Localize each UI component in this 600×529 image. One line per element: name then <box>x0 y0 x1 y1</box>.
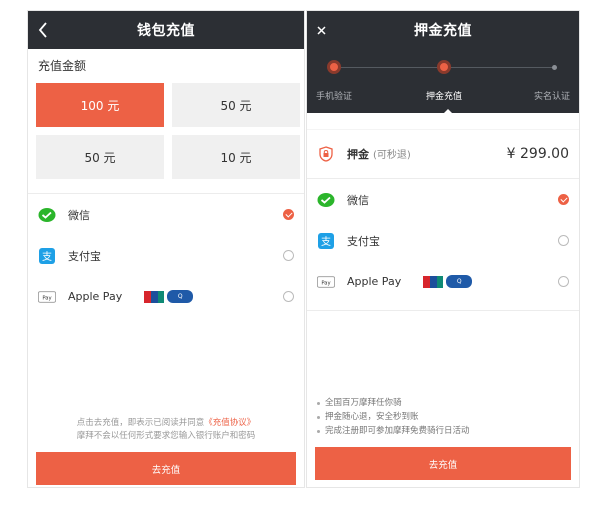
payment-label: 支付宝 <box>68 249 101 263</box>
deposit-subtitle: (可秒退) <box>373 150 411 161</box>
payment-option-alipay[interactable]: 支 支付宝 <box>307 220 579 261</box>
payment-label: 支付宝 <box>347 234 380 248</box>
lock-shield-icon <box>317 145 335 163</box>
payment-method-list: 微信 支 支付宝 Pay Apple Pay Q <box>307 179 579 302</box>
close-icon <box>317 25 326 35</box>
bullet-icon <box>317 401 320 405</box>
unionpay-icon <box>144 290 165 303</box>
deposit-amount: ¥ 299.00 <box>506 146 569 162</box>
deposit-label: 押金 (可秒退) <box>347 146 411 162</box>
note-text: 全国百万摩拜任你骑 <box>325 398 402 408</box>
step-label: 实名认证 <box>534 92 571 102</box>
step-caret <box>443 109 453 114</box>
divider <box>307 310 579 311</box>
step-label-current: 押金充值 <box>426 92 463 102</box>
wechat-icon <box>317 191 335 209</box>
back-button[interactable] <box>38 11 48 49</box>
terms-text: 点击去充值，即表示已阅读并同意 <box>76 418 205 428</box>
amount-grid: 100 元 50 元 50 元 10 元 <box>28 81 304 179</box>
payment-method-list: 微信 支 支付宝 Pay Apple Pay Q <box>28 194 304 317</box>
payment-option-wechat[interactable]: 微信 <box>307 179 579 220</box>
svg-text:支: 支 <box>42 251 52 263</box>
payment-label: Apple Pay <box>68 290 123 303</box>
radio-unchecked[interactable] <box>283 249 294 261</box>
amount-section-title: 充值金额 <box>28 49 304 81</box>
payment-option-wechat[interactable]: 微信 <box>28 194 304 235</box>
step-dot-current <box>437 60 451 74</box>
quickpass-icon: Q <box>167 290 194 303</box>
radio-unchecked[interactable] <box>283 290 294 302</box>
payment-label: Apple Pay <box>347 275 402 288</box>
payment-option-apple-pay[interactable]: Pay Apple Pay Q <box>28 276 304 317</box>
quickpass-icon: Q <box>446 275 473 288</box>
step-dot-done <box>327 60 341 74</box>
security-notice: 摩拜不会以任何形式要求您输入银行账户和密码 <box>76 431 256 441</box>
recharge-button[interactable]: 去充值 <box>315 447 571 480</box>
apple-pay-icon: Pay <box>317 273 335 291</box>
card-logos: Q <box>423 275 473 288</box>
payment-option-alipay[interactable]: 支 支付宝 <box>28 235 304 276</box>
apple-pay-icon: Pay <box>38 288 56 306</box>
step-label: 手机验证 <box>316 92 353 102</box>
amount-option-50[interactable]: 50 元 <box>172 83 300 127</box>
svg-text:Pay: Pay <box>321 280 330 286</box>
deposit-row: 押金 (可秒退) ¥ 299.00 <box>307 129 579 179</box>
bullet-icon <box>317 415 320 419</box>
radio-unchecked[interactable] <box>558 234 569 246</box>
deposit-recharge-screen: 押金充值 手机验证 押金充值 实名认证 押金 (可秒退) ¥ 299.00 微信 … <box>306 10 580 488</box>
note-text: 押金随心退，安全秒到账 <box>325 412 419 422</box>
benefit-notes: 全国百万摩拜任你骑 押金随心退，安全秒到账 完成注册即可参加摩拜免费骑行日活动 <box>317 396 470 438</box>
deposit-title: 押金 <box>347 148 369 161</box>
note-text: 完成注册即可参加摩拜免费骑行日活动 <box>325 426 470 436</box>
card-logos: Q <box>144 290 194 303</box>
wallet-recharge-screen: 钱包充值 充值金额 100 元 50 元 50 元 10 元 微信 支 支付宝 … <box>27 10 305 488</box>
agreement-link[interactable]: 《充值协议》 <box>204 418 255 428</box>
alipay-icon: 支 <box>317 232 335 250</box>
payment-label: 微信 <box>347 193 369 207</box>
radio-checked[interactable] <box>283 208 294 220</box>
unionpay-icon <box>423 275 444 288</box>
progress-steps: 手机验证 押金充值 实名认证 <box>307 49 579 114</box>
amount-option-10[interactable]: 10 元 <box>172 135 300 179</box>
radio-checked[interactable] <box>558 193 569 205</box>
payment-label: 微信 <box>68 208 90 222</box>
chevron-left-icon <box>38 22 47 38</box>
note-item: 完成注册即可参加摩拜免费骑行日活动 <box>317 424 470 438</box>
page-title: 钱包充值 <box>137 23 195 39</box>
svg-text:Pay: Pay <box>42 295 51 301</box>
recharge-button[interactable]: 去充值 <box>36 452 296 485</box>
close-button[interactable] <box>317 11 326 49</box>
top-bar: 押金充值 <box>307 11 579 49</box>
step-dot-future <box>552 65 557 70</box>
payment-option-apple-pay[interactable]: Pay Apple Pay Q <box>307 261 579 302</box>
top-bar: 钱包充值 <box>28 11 304 49</box>
terms-notice: 点击去充值，即表示已阅读并同意《充值协议》 摩拜不会以任何形式要求您输入银行账户… <box>28 417 304 443</box>
alipay-icon: 支 <box>38 247 56 265</box>
note-item: 全国百万摩拜任你骑 <box>317 396 470 410</box>
bullet-icon <box>317 429 320 433</box>
wechat-icon <box>38 206 56 224</box>
radio-unchecked[interactable] <box>558 275 569 287</box>
amount-option-50-b[interactable]: 50 元 <box>36 135 164 179</box>
amount-option-100[interactable]: 100 元 <box>36 83 164 127</box>
svg-text:支: 支 <box>321 236 331 248</box>
page-title: 押金充值 <box>414 23 472 39</box>
note-item: 押金随心退，安全秒到账 <box>317 410 470 424</box>
